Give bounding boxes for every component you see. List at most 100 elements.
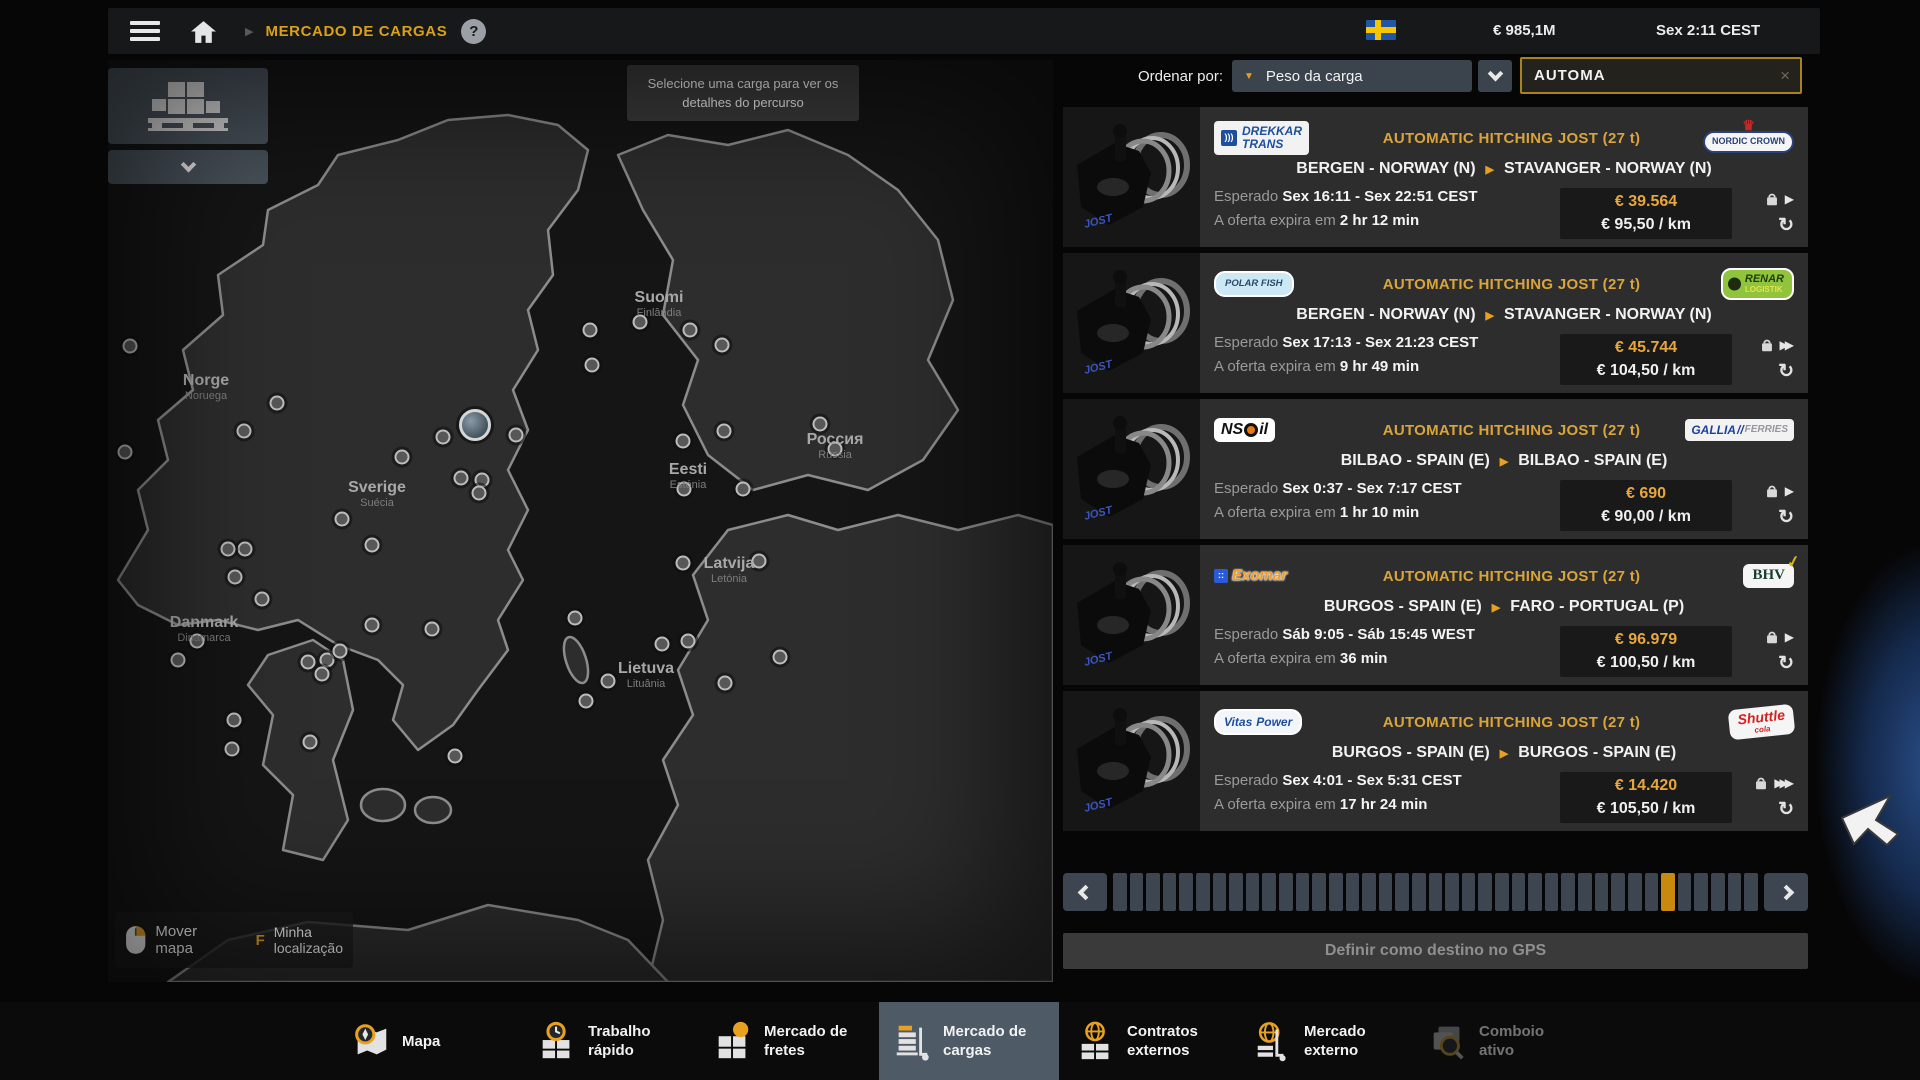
page-square[interactable] — [1412, 873, 1426, 911]
page-square[interactable] — [1611, 873, 1625, 911]
cargo-class-arrows-icon: ▶ — [1785, 192, 1794, 206]
route: BURGOS - SPAIN (E)▶FARO - PORTUGAL (P) — [1214, 598, 1794, 616]
map-country-label: SverigeSuécia — [348, 479, 406, 509]
map-icon — [350, 1019, 392, 1063]
page-square[interactable] — [1246, 873, 1260, 911]
price-box: € 14.420 € 105,50 / km — [1560, 772, 1732, 823]
page-square[interactable] — [1678, 873, 1692, 911]
page-square[interactable] — [1279, 873, 1293, 911]
page-square[interactable] — [1478, 873, 1492, 911]
cargo-offer-card[interactable]: POLAR FISH AUTOMATIC HITCHING JOST (27 t… — [1063, 253, 1808, 393]
page-square[interactable] — [1229, 873, 1243, 911]
receiver-company-logo: BHV✓ — [1743, 564, 1794, 588]
sender-company-logo: DREKKARTRANS — [1214, 121, 1309, 154]
map-controls-hint: Mover mapa F Minha localização — [115, 912, 353, 968]
page-square[interactable] — [1312, 873, 1326, 911]
page-square[interactable] — [1711, 873, 1725, 911]
page-square[interactable] — [1196, 873, 1210, 911]
page-square[interactable] — [1528, 873, 1542, 911]
globe-trolley-icon — [1252, 1019, 1294, 1063]
cargo-thumbnail[interactable] — [1063, 253, 1200, 393]
page-square[interactable] — [1130, 873, 1144, 911]
offer-price: € 45.744 — [1568, 339, 1724, 357]
offer-times: Esperado Sex 0:37 - Sex 7:17 CEST A ofer… — [1214, 480, 1560, 528]
nav-tab-external-contracts[interactable]: Contratosexternos — [1063, 1002, 1235, 1080]
map-country-label: LietuvaLituânia — [618, 660, 674, 690]
cargo-stack-icon — [891, 1019, 933, 1063]
page-square[interactable] — [1595, 873, 1609, 911]
nav-tab-active-convoy[interactable]: Comboioativo — [1415, 1002, 1575, 1080]
page-square[interactable] — [1661, 873, 1675, 911]
sort-dropdown-expand-button[interactable] — [1478, 60, 1512, 92]
page-square[interactable] — [1262, 873, 1276, 911]
next-page-button[interactable] — [1764, 873, 1808, 911]
offer-times: Esperado Sex 4:01 - Sex 5:31 CEST A ofer… — [1214, 772, 1560, 820]
player-location-marker[interactable] — [459, 409, 491, 441]
page-square[interactable] — [1445, 873, 1459, 911]
page-square[interactable] — [1429, 873, 1443, 911]
location-key-hint: F — [256, 932, 265, 949]
offer-price: € 96.979 — [1568, 631, 1724, 649]
page-square[interactable] — [1512, 873, 1526, 911]
cargo-offer-card[interactable]: VitasPower AUTOMATIC HITCHING JOST (27 t… — [1063, 691, 1808, 831]
page-square[interactable] — [1329, 873, 1343, 911]
sender-company-logo: NSil — [1214, 418, 1275, 443]
page-square[interactable] — [1728, 873, 1742, 911]
search-box: × — [1520, 57, 1802, 94]
set-gps-destination-button[interactable]: Definir como destino no GPS — [1063, 933, 1808, 969]
route-arrow-icon: ▶ — [1486, 309, 1494, 322]
menu-icon[interactable] — [130, 17, 160, 45]
cargo-offer-card[interactable]: DREKKARTRANS AUTOMATIC HITCHING JOST (27… — [1063, 107, 1808, 247]
page-square[interactable] — [1645, 873, 1659, 911]
page-square[interactable] — [1179, 873, 1193, 911]
sender-company-logo: VitasPower — [1214, 709, 1302, 736]
page-square[interactable] — [1113, 873, 1127, 911]
page-square[interactable] — [1462, 873, 1476, 911]
page-square[interactable] — [1744, 873, 1758, 911]
cargo-filter-button[interactable] — [108, 68, 268, 144]
chevron-down-icon — [180, 156, 196, 172]
page-square[interactable] — [1346, 873, 1360, 911]
nav-tab-cargo-market[interactable]: Mercado decargas — [879, 1002, 1059, 1080]
cargo-offer-card[interactable]: Exomar AUTOMATIC HITCHING JOST (27 t) BH… — [1063, 545, 1808, 685]
page-square[interactable] — [1213, 873, 1227, 911]
clear-search-icon[interactable]: × — [1780, 66, 1800, 86]
page-square[interactable] — [1561, 873, 1575, 911]
prev-page-button[interactable] — [1063, 873, 1107, 911]
sort-dropdown[interactable]: Peso da carga — [1232, 60, 1472, 92]
offer-price-per-km: € 90,00 / km — [1568, 508, 1724, 526]
nav-tab-freight-market[interactable]: Mercado defretes — [700, 1002, 878, 1080]
recurring-route-icon: ↻ — [1778, 654, 1794, 673]
page-square[interactable] — [1362, 873, 1376, 911]
offer-times: Esperado Sáb 9:05 - Sáb 15:45 WEST A ofe… — [1214, 626, 1560, 674]
page-square[interactable] — [1146, 873, 1160, 911]
page-square[interactable] — [1163, 873, 1177, 911]
page-square[interactable] — [1379, 873, 1393, 911]
home-icon[interactable] — [190, 19, 217, 44]
page-square[interactable] — [1694, 873, 1708, 911]
nav-tab-map[interactable]: Mapa — [338, 1002, 498, 1080]
convoy-search-icon — [1427, 1019, 1469, 1063]
page-square[interactable] — [1296, 873, 1310, 911]
route: BERGEN - NORWAY (N)▶STAVANGER - NORWAY (… — [1214, 160, 1794, 178]
cargo-thumbnail[interactable] — [1063, 545, 1200, 685]
nav-tab-external-market[interactable]: Mercadoexterno — [1240, 1002, 1405, 1080]
page-square[interactable] — [1628, 873, 1642, 911]
page-square[interactable] — [1578, 873, 1592, 911]
collapse-panel-button[interactable] — [108, 150, 268, 184]
offer-times: Esperado Sex 17:13 - Sex 21:23 CEST A of… — [1214, 334, 1560, 382]
page-square[interactable] — [1395, 873, 1409, 911]
offer-price: € 690 — [1568, 485, 1724, 503]
page-square[interactable] — [1545, 873, 1559, 911]
pagination-squares — [1113, 873, 1758, 911]
map-panel[interactable]: NorgeNoruegaSverigeSuéciaSuomiFinlândiaE… — [108, 60, 1053, 982]
cargo-thumbnail[interactable] — [1063, 399, 1200, 539]
cargo-weight-icon — [1763, 482, 1781, 500]
cargo-thumbnail[interactable] — [1063, 691, 1200, 831]
page-square[interactable] — [1495, 873, 1509, 911]
cargo-thumbnail[interactable] — [1063, 107, 1200, 247]
nav-tab-quick-job[interactable]: Trabalhorápido — [524, 1002, 694, 1080]
cargo-offer-card[interactable]: NSil AUTOMATIC HITCHING JOST (27 t) GALL… — [1063, 399, 1808, 539]
help-icon[interactable]: ? — [461, 19, 486, 44]
search-input[interactable] — [1522, 67, 1780, 84]
